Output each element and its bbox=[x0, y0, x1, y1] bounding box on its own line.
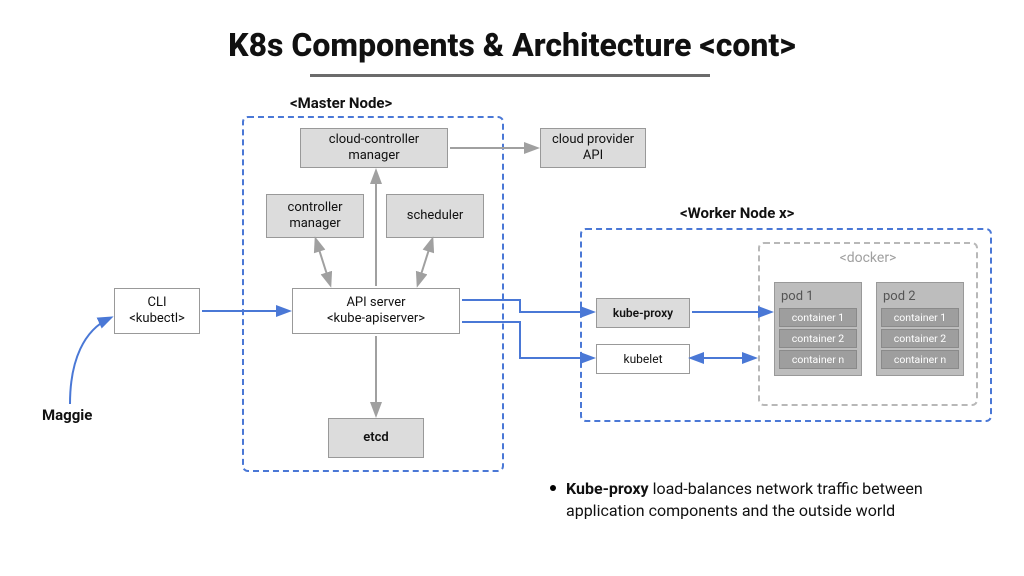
docker-label: <docker> bbox=[758, 250, 978, 266]
page-title: K8s Components & Architecture <cont> bbox=[0, 26, 1024, 64]
pod-2-container-n: container n bbox=[881, 350, 959, 369]
pod-2-container-1: container 1 bbox=[881, 308, 959, 327]
kubelet-box: kubelet bbox=[596, 344, 690, 374]
cloud-provider-api-box: cloud provider API bbox=[540, 128, 646, 168]
pod-1-container-n: container n bbox=[779, 350, 857, 369]
pod-1-box: pod 1 container 1 container 2 container … bbox=[774, 282, 862, 376]
worker-node-label: <Worker Node x> bbox=[680, 204, 794, 222]
pod-2-title: pod 2 bbox=[883, 289, 959, 304]
cli-box: CLI <kubectl> bbox=[114, 288, 200, 334]
kube-proxy-box: kube-proxy bbox=[596, 298, 690, 328]
pod-2-box: pod 2 container 1 container 2 container … bbox=[876, 282, 964, 376]
api-server-box: API server <kube-apiserver> bbox=[292, 288, 460, 334]
scheduler-box: scheduler bbox=[386, 194, 484, 238]
pod-1-container-2: container 2 bbox=[779, 329, 857, 348]
pod-1-title: pod 1 bbox=[781, 289, 857, 304]
user-label: Maggie bbox=[42, 406, 92, 424]
bullet-text: Kube-proxy load-balances network traffic… bbox=[566, 478, 994, 523]
pod-2-container-2: container 2 bbox=[881, 329, 959, 348]
pod-1-container-1: container 1 bbox=[779, 308, 857, 327]
etcd-box: etcd bbox=[328, 418, 424, 458]
bullet-dot-icon bbox=[550, 485, 556, 491]
cloud-controller-manager-box: cloud-controller manager bbox=[300, 128, 448, 168]
title-underline bbox=[310, 74, 710, 77]
controller-manager-box: controller manager bbox=[266, 194, 364, 238]
master-node-label: <Master Node> bbox=[290, 94, 392, 112]
